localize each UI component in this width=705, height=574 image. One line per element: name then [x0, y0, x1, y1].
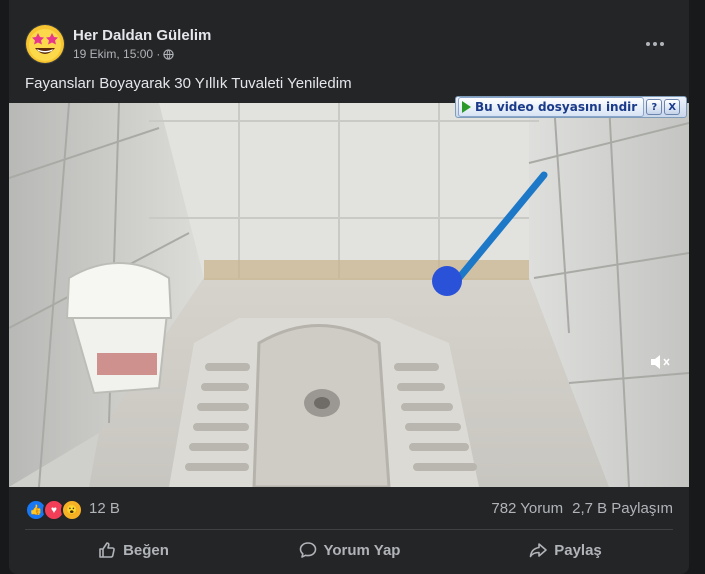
globe-icon	[163, 48, 175, 60]
page-avatar[interactable]	[25, 24, 65, 64]
dot-icon	[646, 42, 650, 46]
like-label: Beğen	[123, 541, 169, 559]
download-video-label: Bu video dosyasını indir	[475, 100, 638, 114]
reaction-icons[interactable]: 👍 ♥ 😮	[25, 499, 83, 521]
share-count[interactable]: 2,7 B Paylaşım	[572, 500, 673, 517]
post-card: Her Daldan Gülelim 19 Ekim, 15:00 · Faya…	[9, 0, 689, 574]
wow-reaction-icon: 😮	[61, 499, 83, 521]
share-arrow-icon	[529, 543, 548, 558]
divider	[25, 529, 673, 530]
post-stats: 👍 ♥ 😮 12 B 782 Yorum 2,7 B Paylaşım	[9, 487, 689, 529]
post-actions: Beğen Yorum Yap Paylaş	[25, 532, 673, 568]
comment-count[interactable]: 782 Yorum	[491, 500, 563, 517]
like-button[interactable]: Beğen	[25, 532, 241, 568]
more-options-button[interactable]	[637, 30, 673, 58]
page-name[interactable]: Her Daldan Gülelim	[73, 27, 211, 44]
post-meta: 19 Ekim, 15:00 ·	[73, 47, 175, 61]
close-toolbar-button[interactable]: X	[664, 99, 681, 115]
post-text: Fayansları Boyayarak 30 Yıllık Tuvaleti …	[25, 75, 352, 92]
speaker-muted-icon	[651, 355, 670, 369]
dot-icon	[653, 42, 657, 46]
post-timestamp[interactable]: 19 Ekim, 15:00 ·	[73, 47, 160, 61]
thumbs-up-icon	[99, 542, 115, 558]
share-label: Paylaş	[554, 541, 602, 559]
comment-label: Yorum Yap	[323, 541, 401, 559]
reaction-count[interactable]: 12 B	[89, 500, 120, 517]
dot-icon	[660, 42, 664, 46]
share-button[interactable]: Paylaş	[457, 532, 673, 568]
help-button[interactable]: ?	[646, 99, 663, 115]
star-struck-emoji-icon	[26, 25, 64, 63]
video-player[interactable]	[9, 103, 689, 487]
play-arrow-icon	[462, 101, 471, 113]
download-video-button[interactable]: Bu video dosyasını indir	[458, 97, 645, 117]
comment-icon	[299, 542, 316, 558]
video-download-toolbar: Bu video dosyasını indir ? X	[455, 96, 687, 118]
video-frame	[9, 103, 689, 487]
comment-button[interactable]: Yorum Yap	[241, 532, 457, 568]
card-top-edge	[9, 0, 689, 8]
